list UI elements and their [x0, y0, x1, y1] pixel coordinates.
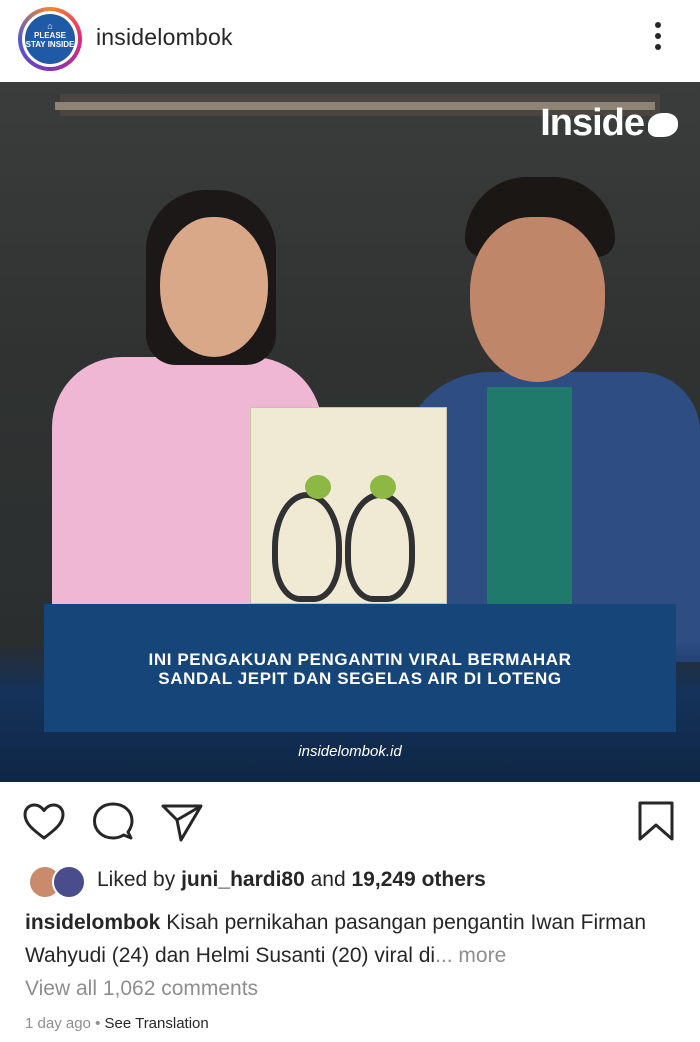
meta-separator: •	[95, 1015, 101, 1032]
headline-text: INI PENGAKUAN PENGANTIN VIRAL BERMAHAR S…	[148, 650, 572, 688]
action-bar	[0, 790, 700, 850]
share-icon[interactable]	[160, 803, 204, 843]
view-comments-link[interactable]: View all 1,062 comments	[25, 977, 258, 1001]
post-header: ⌂ PLEASE STAY INSIDE insidelombok	[0, 0, 700, 80]
comment-icon[interactable]	[92, 801, 134, 843]
avatar-text: PLEASE STAY INSIDE	[25, 31, 75, 49]
likes-others[interactable]: 19,249 others	[352, 868, 486, 891]
post-meta: 1 day ago • See Translation	[25, 1015, 209, 1032]
post-image[interactable]: Inside INI PENGAKUAN PENGANTIN VIRAL BER…	[0, 82, 700, 782]
likes-row[interactable]: Liked by juni_hardi80 and 19,249 others	[0, 862, 700, 899]
see-translation-link[interactable]: See Translation	[105, 1015, 209, 1032]
sandal-right	[345, 492, 415, 602]
heart-icon[interactable]	[22, 802, 66, 842]
sandal-left	[272, 492, 342, 602]
caption-username[interactable]: insidelombok	[25, 911, 160, 934]
liker-avatar	[52, 865, 86, 899]
post-time: 1 day ago	[25, 1015, 91, 1032]
lombok-island-icon	[648, 112, 678, 137]
post-caption: insidelombok Kisah pernikahan pasangan p…	[25, 906, 675, 972]
brand-watermark: Inside	[540, 102, 678, 145]
brand-text: Inside	[540, 102, 645, 144]
woman-figure-face	[160, 217, 268, 357]
decoration-leaf	[305, 475, 331, 499]
likes-text: Liked by juni_hardi80 and 19,249 others	[97, 868, 486, 892]
bookmark-icon[interactable]	[637, 800, 677, 844]
house-icon: ⌂	[47, 21, 53, 31]
caption-more-link[interactable]: ... more	[435, 944, 506, 967]
more-options-icon[interactable]	[648, 22, 668, 56]
site-url: insidelombok.id	[298, 743, 402, 760]
avatar-frame: ⌂ PLEASE STAY INSIDE	[22, 11, 78, 67]
man-figure-shirt	[487, 387, 572, 637]
decoration-leaf	[370, 475, 396, 499]
likes-conj: and	[310, 868, 346, 891]
man-figure-face	[470, 217, 605, 382]
profile-avatar[interactable]: ⌂ PLEASE STAY INSIDE	[18, 7, 82, 71]
likes-prefix: Liked by	[97, 868, 176, 891]
headline-banner: INI PENGAKUAN PENGANTIN VIRAL BERMAHAR S…	[44, 604, 676, 732]
avatar-logo: ⌂ PLEASE STAY INSIDE	[25, 14, 75, 64]
post-username[interactable]: insidelombok	[96, 24, 233, 51]
liker-username[interactable]: juni_hardi80	[181, 868, 305, 891]
